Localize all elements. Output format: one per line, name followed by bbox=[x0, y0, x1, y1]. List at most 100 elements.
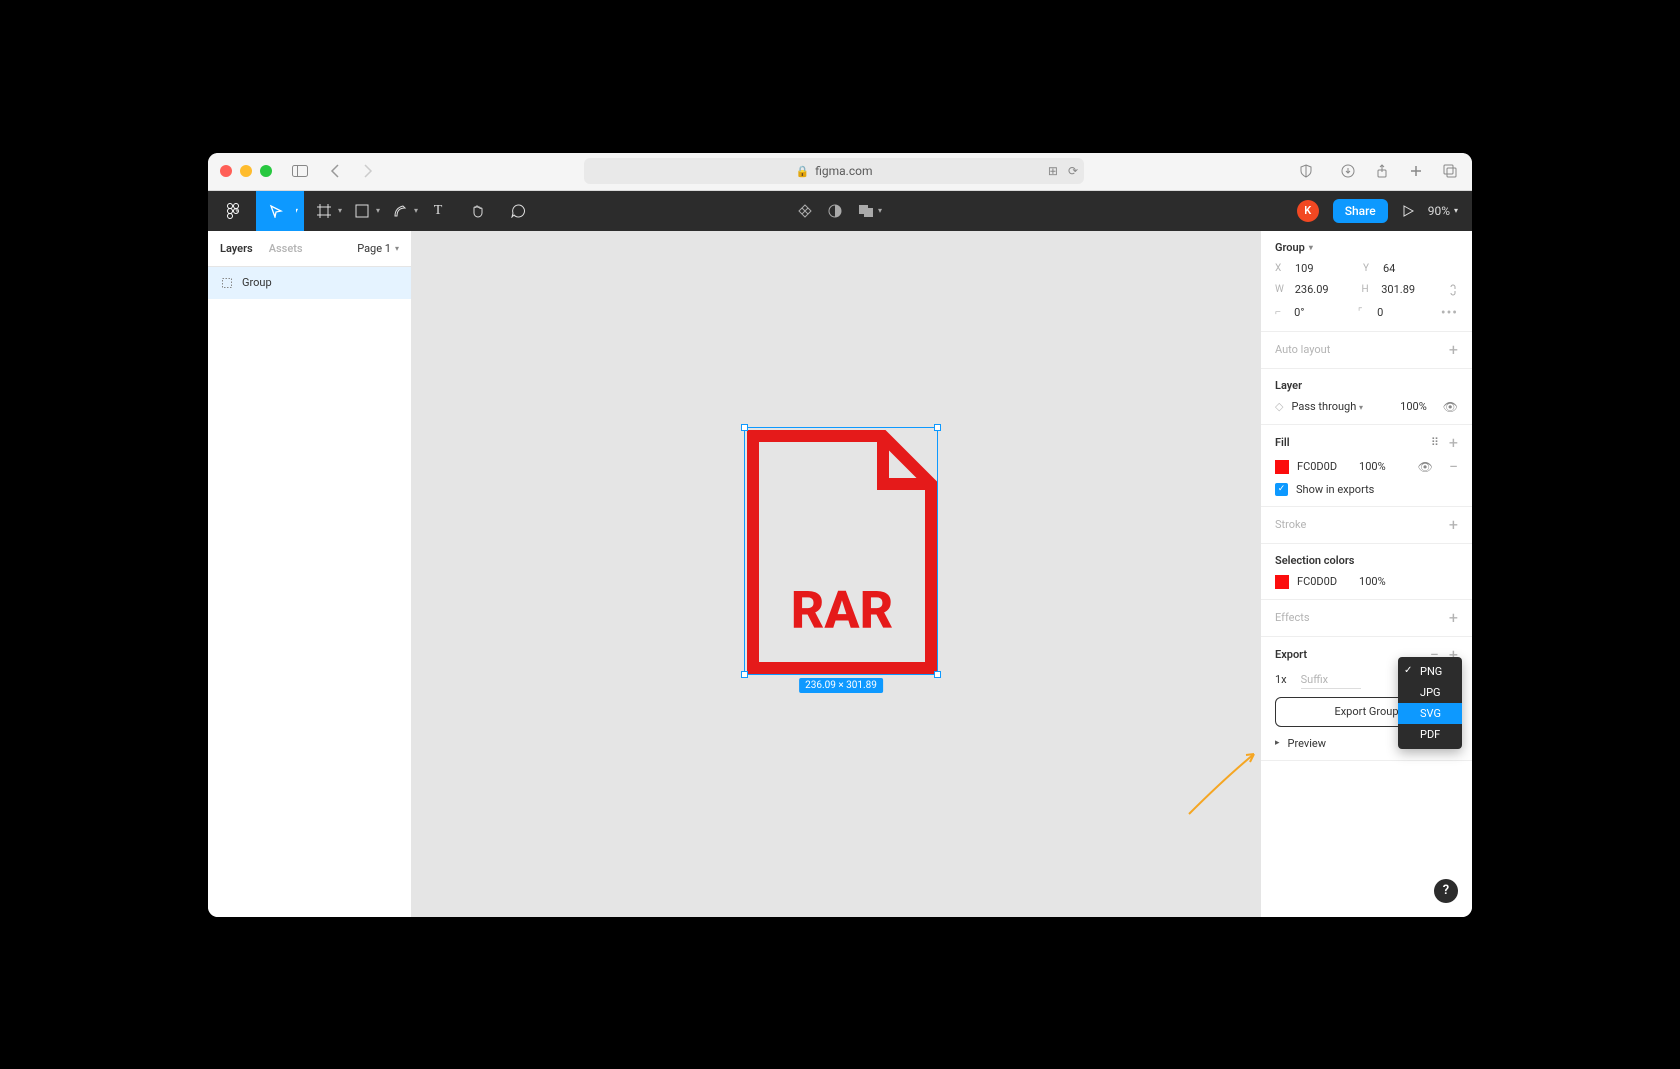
address-bar[interactable]: 🔒 figma.com ⊞ ⟳ bbox=[584, 158, 1084, 184]
selection-colors-title: Selection colors bbox=[1275, 554, 1458, 567]
fill-visibility-icon[interactable]: 👁 bbox=[1418, 460, 1433, 474]
present-button[interactable] bbox=[1402, 191, 1414, 231]
blend-mode[interactable]: Pass through ▾ bbox=[1291, 400, 1363, 413]
selection-handle-tl[interactable] bbox=[741, 424, 748, 431]
show-in-exports-label: Show in exports bbox=[1296, 483, 1374, 496]
arrow-annotation bbox=[1184, 739, 1264, 819]
fill-hex[interactable]: FC0D0D bbox=[1297, 460, 1337, 473]
add-stroke-button[interactable]: + bbox=[1449, 517, 1458, 533]
export-scale[interactable]: 1x bbox=[1275, 673, 1287, 686]
layer-row-group[interactable]: Group bbox=[208, 267, 411, 299]
blend-drop-icon[interactable]: ◇ bbox=[1275, 400, 1283, 413]
main-area: Layers Assets Page 1▾ Group RAR bbox=[208, 231, 1472, 917]
close-window-button[interactable] bbox=[220, 165, 232, 177]
dimension-badge: 236.09 × 301.89 bbox=[799, 678, 883, 693]
hand-tool[interactable] bbox=[458, 191, 498, 231]
tabs-icon[interactable] bbox=[1440, 161, 1460, 181]
share-icon[interactable] bbox=[1372, 161, 1392, 181]
rar-file-artwork: RAR bbox=[745, 428, 939, 676]
layers-tab[interactable]: Layers bbox=[220, 242, 253, 255]
format-option-png[interactable]: PNG bbox=[1398, 661, 1462, 682]
maximize-window-button[interactable] bbox=[260, 165, 272, 177]
selection-box[interactable]: RAR 236.09 × 301.89 bbox=[744, 427, 938, 675]
selection-color-swatch[interactable] bbox=[1275, 575, 1289, 589]
component-icon[interactable] bbox=[798, 191, 812, 231]
format-option-svg[interactable]: SVG bbox=[1398, 703, 1462, 724]
fill-section-title: Fill bbox=[1275, 436, 1290, 449]
new-tab-icon[interactable] bbox=[1406, 161, 1426, 181]
x-label: X bbox=[1275, 263, 1287, 274]
format-option-pdf[interactable]: PDF bbox=[1398, 724, 1462, 745]
w-value[interactable]: 236.09 bbox=[1295, 283, 1354, 296]
avatar-initial: K bbox=[1304, 204, 1311, 217]
radius-value[interactable]: 0 bbox=[1377, 306, 1433, 319]
back-button[interactable] bbox=[324, 161, 344, 181]
text-tool[interactable]: T bbox=[418, 191, 458, 231]
more-options-icon[interactable]: ••• bbox=[1441, 305, 1458, 321]
preview-toggle-chevron[interactable]: ▸ bbox=[1275, 738, 1280, 748]
export-suffix-input[interactable] bbox=[1301, 671, 1361, 689]
visibility-toggle[interactable]: 👁 bbox=[1443, 400, 1458, 414]
page-selector[interactable]: Page 1▾ bbox=[357, 242, 399, 255]
layer-opacity[interactable]: 100% bbox=[1400, 400, 1427, 413]
browser-toolbar: 🔒 figma.com ⊞ ⟳ bbox=[208, 153, 1472, 191]
selection-handle-br[interactable] bbox=[934, 671, 941, 678]
forward-button[interactable] bbox=[358, 161, 378, 181]
y-label: Y bbox=[1363, 263, 1375, 274]
reload-icon[interactable]: ⟳ bbox=[1068, 164, 1078, 178]
frame-tool[interactable] bbox=[304, 191, 344, 231]
sidebar-toggle-icon[interactable] bbox=[290, 161, 310, 181]
downloads-icon[interactable] bbox=[1338, 161, 1358, 181]
help-button[interactable]: ? bbox=[1434, 879, 1458, 903]
w-label: W bbox=[1275, 284, 1287, 295]
translate-icon[interactable]: ⊞ bbox=[1048, 164, 1058, 178]
minimize-window-button[interactable] bbox=[240, 165, 252, 177]
fill-opacity[interactable]: 100% bbox=[1359, 460, 1386, 473]
pen-tool[interactable] bbox=[380, 191, 420, 231]
canvas[interactable]: RAR 236.09 × 301.89 bbox=[412, 231, 1260, 917]
add-fill-button[interactable]: + bbox=[1449, 435, 1458, 451]
shape-tool[interactable] bbox=[342, 191, 382, 231]
comment-tool[interactable] bbox=[498, 191, 538, 231]
left-panel: Layers Assets Page 1▾ Group bbox=[208, 231, 412, 917]
stroke-section-title: Stroke bbox=[1275, 518, 1306, 531]
user-avatar[interactable]: K bbox=[1297, 200, 1319, 222]
selection-handle-bl[interactable] bbox=[741, 671, 748, 678]
lock-icon: 🔒 bbox=[796, 165, 810, 178]
right-panel: Group▾ X 109 Y 64 W 236.09 H 301.89 ⌐ 0° bbox=[1260, 231, 1472, 917]
fill-swatch[interactable] bbox=[1275, 460, 1289, 474]
move-tool[interactable] bbox=[256, 191, 296, 231]
group-layer-icon bbox=[220, 276, 234, 290]
add-auto-layout-button[interactable]: + bbox=[1449, 342, 1458, 358]
boolean-icon[interactable]: ▾ bbox=[858, 191, 882, 231]
auto-layout-label: Auto layout bbox=[1275, 343, 1330, 356]
share-button[interactable]: Share bbox=[1333, 199, 1388, 223]
h-label: H bbox=[1362, 284, 1374, 295]
zoom-control[interactable]: 90%▾ bbox=[1428, 204, 1458, 218]
shield-icon[interactable] bbox=[1296, 161, 1316, 181]
add-effect-button[interactable]: + bbox=[1449, 610, 1458, 626]
radius-label: ⌜ bbox=[1358, 307, 1369, 318]
remove-fill-button[interactable]: − bbox=[1449, 459, 1458, 475]
preview-label[interactable]: Preview bbox=[1288, 737, 1326, 750]
main-menu-button[interactable]: ▾ bbox=[208, 191, 256, 231]
show-in-exports-checkbox[interactable]: ✓ bbox=[1275, 483, 1288, 496]
assets-tab[interactable]: Assets bbox=[269, 242, 303, 255]
selection-color-opacity[interactable]: 100% bbox=[1359, 575, 1386, 588]
effects-section-title: Effects bbox=[1275, 611, 1310, 624]
svg-text:RAR: RAR bbox=[791, 580, 893, 641]
h-value[interactable]: 301.89 bbox=[1381, 283, 1440, 296]
selection-name[interactable]: Group▾ bbox=[1275, 241, 1458, 254]
figma-toolbar: ▾ ▾ ▾ ▾ ▾ T ▾ K Share 90%▾ bbox=[208, 191, 1472, 231]
x-value[interactable]: 109 bbox=[1295, 262, 1355, 275]
angle-value[interactable]: 0° bbox=[1294, 306, 1350, 319]
mask-icon[interactable] bbox=[828, 191, 842, 231]
url-host: figma.com bbox=[815, 164, 872, 178]
selection-handle-tr[interactable] bbox=[934, 424, 941, 431]
constrain-proportions-icon[interactable] bbox=[1448, 283, 1458, 297]
y-value[interactable]: 64 bbox=[1383, 262, 1443, 275]
selection-color-hex[interactable]: FC0D0D bbox=[1297, 575, 1337, 588]
fill-styles-icon[interactable]: ⠿ bbox=[1431, 436, 1439, 449]
format-option-jpg[interactable]: JPG bbox=[1398, 682, 1462, 703]
app-window: 🔒 figma.com ⊞ ⟳ ▾ ▾ bbox=[208, 153, 1472, 917]
